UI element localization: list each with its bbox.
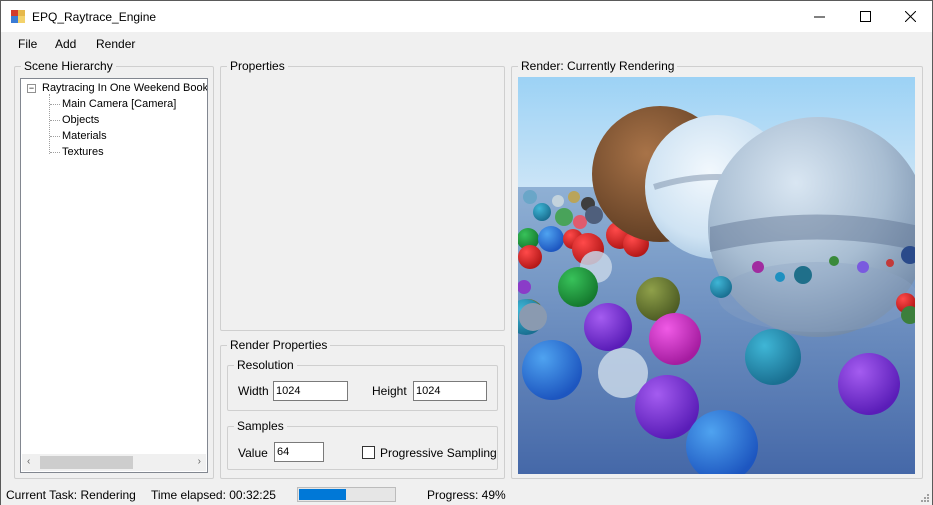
tree-item-main-camera[interactable]: Main Camera [Camera]	[62, 98, 176, 110]
samples-value-label: Value	[238, 446, 268, 460]
height-label: Height	[372, 384, 407, 398]
scene-hierarchy-label: Scene Hierarchy	[21, 59, 116, 73]
scroll-left-icon[interactable]: ‹	[27, 456, 30, 467]
maximize-icon	[859, 11, 871, 22]
progress-status: Progress: 49%	[427, 488, 506, 502]
height-input[interactable]	[413, 381, 487, 401]
menu-bar: File Add Render	[1, 32, 932, 56]
resize-grip-icon[interactable]	[919, 492, 929, 502]
close-button[interactable]	[887, 1, 933, 32]
status-bar: Current Task: Rendering Time elapsed: 00…	[1, 484, 932, 505]
menu-file[interactable]: File	[18, 37, 37, 51]
render-output-image	[518, 77, 915, 474]
tree-item-materials[interactable]: Materials	[62, 130, 107, 142]
render-panel-label: Render: Currently Rendering	[518, 59, 678, 73]
tree-connector	[49, 94, 50, 154]
scene-tree[interactable]: − Raytracing In One Weekend Book Main Ca…	[20, 78, 208, 473]
progressive-sampling-label[interactable]: Progressive Sampling	[380, 446, 497, 460]
minimize-icon	[813, 16, 825, 18]
tree-root-item[interactable]: Raytracing In One Weekend Book	[42, 82, 207, 94]
horizontal-scrollbar[interactable]: ‹ ›	[22, 454, 206, 471]
app-icon	[11, 10, 25, 23]
render-properties-label: Render Properties	[227, 338, 331, 352]
width-label: Width	[238, 384, 269, 398]
minimize-button[interactable]	[796, 1, 842, 32]
tree-item-textures[interactable]: Textures	[62, 146, 104, 158]
properties-label: Properties	[227, 59, 288, 73]
menu-render[interactable]: Render	[96, 37, 135, 51]
close-icon	[904, 11, 916, 22]
render-progress-fill	[299, 489, 346, 500]
rendered-scene-image	[518, 77, 915, 474]
properties-group: Properties	[220, 59, 505, 331]
app-window: EPQ_Raytrace_Engine File Add Render Scen…	[0, 0, 933, 505]
tree-item-objects[interactable]: Objects	[62, 114, 99, 126]
width-input[interactable]	[273, 381, 348, 401]
progressive-sampling-checkbox[interactable]	[362, 446, 375, 459]
time-elapsed-status: Time elapsed: 00:32:25	[151, 488, 276, 502]
maximize-button[interactable]	[842, 1, 888, 32]
render-progress-bar	[297, 487, 396, 502]
collapse-icon[interactable]: −	[27, 84, 36, 93]
current-task-status: Current Task: Rendering	[6, 488, 136, 502]
samples-input[interactable]	[274, 442, 324, 462]
scroll-right-icon[interactable]: ›	[198, 456, 201, 467]
window-title: EPQ_Raytrace_Engine	[32, 10, 157, 24]
title-bar: EPQ_Raytrace_Engine	[1, 1, 932, 32]
scrollbar-thumb[interactable]	[40, 456, 133, 469]
menu-add[interactable]: Add	[55, 37, 76, 51]
samples-label: Samples	[234, 419, 287, 433]
resolution-label: Resolution	[234, 358, 297, 372]
